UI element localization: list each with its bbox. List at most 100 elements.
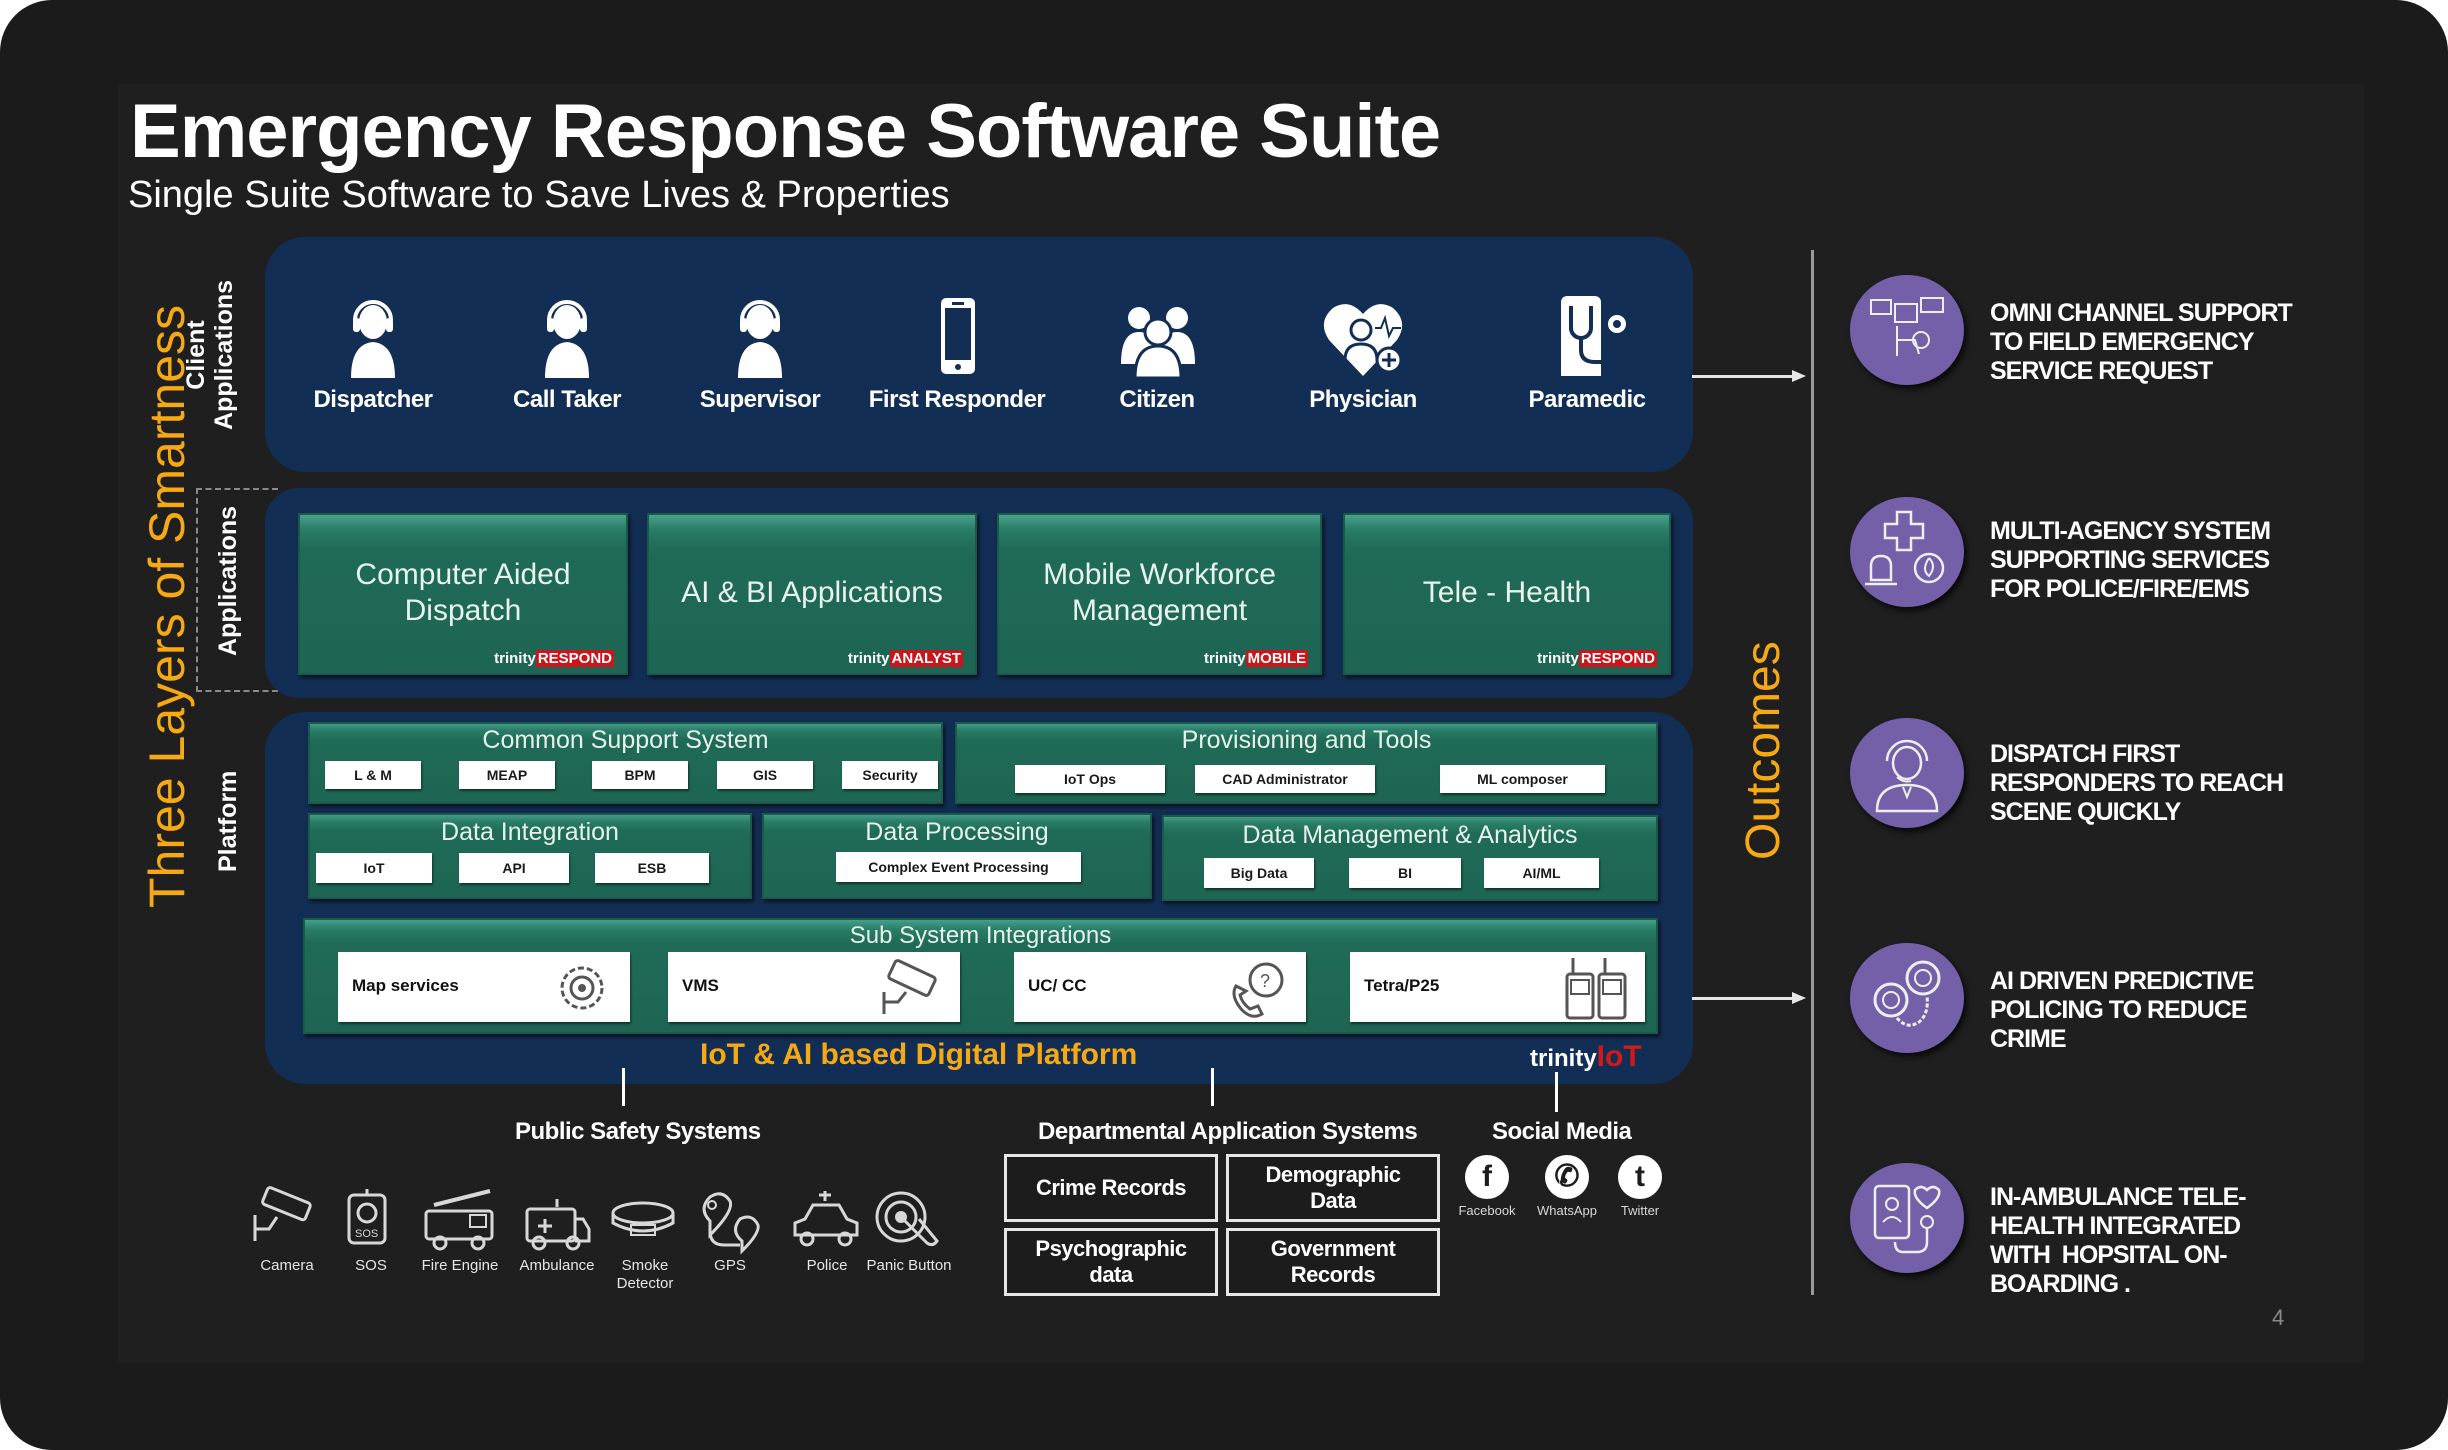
platform-chip-ai-ml: AI/ML: [1484, 858, 1599, 888]
client-app-dispatcher: Dispatcher: [278, 290, 468, 414]
brand-prefix: trinity: [494, 650, 536, 667]
social-media-label: Twitter: [1620, 1203, 1660, 1218]
application-box: Tele - Health trinity RESPOND: [1343, 513, 1671, 675]
departmental-system-box: Psychographic data: [1004, 1228, 1218, 1296]
outcome-text-line: WITH HOPSITAL ON-: [1990, 1241, 2228, 1269]
platform-chip-gis: GIS: [717, 761, 813, 789]
platform-chip-l-m: L & M: [325, 761, 421, 789]
public-safety-item: Panic Button: [864, 1185, 954, 1275]
outcome-item: IN-AMBULANCE TELE- HEALTH INTEGRATED WITH …: [1850, 1163, 2370, 1303]
outcome-text-line: DISPATCH FIRST: [1990, 740, 2180, 768]
client-label-line2: Applications: [210, 279, 238, 430]
outcome-text-line: RESPONDERS TO REACH: [1990, 769, 2284, 797]
platform-chip-api: API: [459, 853, 569, 883]
slide-subtitle: Single Suite Software to Save Lives & Pr…: [128, 174, 950, 216]
client-app-label: Supervisor: [699, 386, 821, 413]
public-safety-label: Smoke Detector: [616, 1257, 674, 1292]
client-app-citizen: Citizen: [1062, 290, 1252, 414]
twitter-icon: t: [1618, 1155, 1662, 1199]
client-app-first-responder: First Responder: [862, 290, 1052, 414]
brand-prefix: trinity: [1530, 1045, 1597, 1072]
outcome-text-line: IN-AMBULANCE TELE-: [1990, 1183, 2247, 1211]
dept-line1: Crime Records: [1035, 1175, 1187, 1200]
sub-system-label: UC/ CC: [1028, 976, 1087, 995]
departmental-connector: [1211, 1068, 1214, 1106]
client-app-label: Citizen: [1119, 386, 1195, 413]
outcome-text: DISPATCH FIRST RESPONDERS TO REACH SCENE Q…: [1990, 740, 2284, 827]
platform-chip-bi: BI: [1349, 858, 1461, 888]
social-media-item: t Twitter: [1605, 1155, 1675, 1218]
application-box: Mobile Workforce Management trinity MOBILE: [997, 513, 1322, 675]
client-app-supervisor: Supervisor: [665, 290, 855, 414]
outcome-text-line: SCENE QUICKLY: [1990, 798, 2181, 826]
arrow-head-icon: [1792, 370, 1806, 382]
trinity-iot-brand: trinityIoT: [1530, 1040, 1642, 1074]
platform-layer-label: Platform: [214, 770, 242, 872]
outcome-text: AI DRIVEN PREDICTIVE POLICING TO REDUCE CR…: [1990, 967, 2254, 1054]
client-app-label: Paramedic: [1528, 386, 1646, 413]
outcome-text-line: HEALTH INTEGRATED: [1990, 1212, 2241, 1240]
outcome-text-line: POLICING TO REDUCE: [1990, 996, 2248, 1024]
platform-chip-bpm: BPM: [592, 761, 688, 789]
client-label-line1: Client: [182, 320, 210, 390]
public-safety-label: Police: [806, 1257, 848, 1274]
social-media-label: Facebook: [1458, 1203, 1516, 1218]
dept-line2: data: [1089, 1262, 1133, 1287]
outcome-icon-circle: [1850, 275, 1964, 385]
public-safety-item: GPS: [685, 1185, 775, 1275]
public-safety-label: Panic Button: [866, 1257, 952, 1274]
outcome-text-line: FOR POLICE/FIRE/EMS: [1990, 575, 2250, 603]
public-safety-item: Fire Engine: [415, 1185, 505, 1275]
social-media-heading: Social Media: [1492, 1118, 1632, 1145]
outcome-icon-circle: [1850, 497, 1964, 607]
application-title: AI & BI Applications: [647, 575, 977, 611]
brand-suffix: RESPOND: [1578, 650, 1657, 667]
sub-system-card: Map services: [338, 952, 630, 1022]
trinity-brand-logo: trinity ANALYST: [848, 650, 963, 667]
public-safety-label: SOS: [355, 1257, 387, 1274]
page-number: 4: [2272, 1305, 2285, 1330]
outcome-text: MULTI-AGENCY SYSTEM SUPPORTING SERVICES FO…: [1990, 517, 2271, 604]
application-title-line1: Computer Aided: [355, 558, 571, 591]
common-support-title: Common Support System: [482, 726, 769, 754]
outcomes-divider: [1811, 250, 1814, 1295]
application-title: Tele - Health: [1343, 575, 1671, 611]
public-safety-label: Ambulance: [519, 1257, 595, 1274]
application-title-line1: Mobile Workforce: [1043, 558, 1276, 591]
client-app-label: Physician: [1309, 386, 1417, 413]
outcome-item: OMNI CHANNEL SUPPORT TO FIELD EMERGENCY SE…: [1850, 275, 2370, 415]
departmental-system-box: Demographic Data: [1226, 1154, 1440, 1222]
headset-user-icon: [738, 300, 782, 378]
sos-icon: SOS: [347, 1189, 387, 1245]
client-app-label: Call Taker: [513, 386, 621, 413]
outcomes-label: Outcomes: [1737, 641, 1790, 860]
departmental-system-box: Government Records: [1226, 1228, 1440, 1296]
cctv-camera-icon: [882, 959, 937, 1014]
screen-frame: Emergency Response Software Suite Single…: [0, 0, 2448, 1450]
whatsapp-icon: ✆: [1545, 1155, 1589, 1199]
social-media-item: f Facebook: [1452, 1155, 1522, 1218]
dept-line2: Data: [1310, 1188, 1356, 1213]
dept-line1: Psychographic: [1035, 1236, 1187, 1261]
facebook-icon: f: [1465, 1155, 1509, 1199]
sub-system-label: Map services: [352, 976, 459, 995]
digital-platform-label: IoT & AI based Digital Platform: [700, 1038, 1138, 1071]
platform-chip-iot: IoT: [316, 853, 432, 883]
group-icon: [1121, 307, 1195, 380]
svg-text:?: ?: [1260, 971, 1270, 991]
trinity-brand-logo: trinity RESPOND: [1537, 650, 1657, 667]
applications-layer-label: Applications: [214, 505, 242, 656]
public-safety-item: Police: [782, 1185, 872, 1275]
platform-chip-meap: MEAP: [459, 761, 555, 789]
data-management-title: Data Management & Analytics: [1242, 821, 1578, 849]
client-outcome-arrow: [1692, 375, 1802, 378]
data-integration-title: Data Integration: [441, 818, 619, 846]
data-processing-title: Data Processing: [865, 818, 1049, 846]
outcome-item: AI DRIVEN PREDICTIVE POLICING TO REDUCE CR…: [1850, 943, 2370, 1083]
dispatcher-headset-icon: [1875, 739, 1939, 813]
platform-chip-esb: ESB: [595, 853, 709, 883]
application-title-line2: Management: [1071, 594, 1248, 627]
outcome-text-line: CRIME: [1990, 1025, 2067, 1053]
sub-system-label: Tetra/P25: [1364, 976, 1440, 995]
client-app-label: Dispatcher: [313, 386, 433, 413]
